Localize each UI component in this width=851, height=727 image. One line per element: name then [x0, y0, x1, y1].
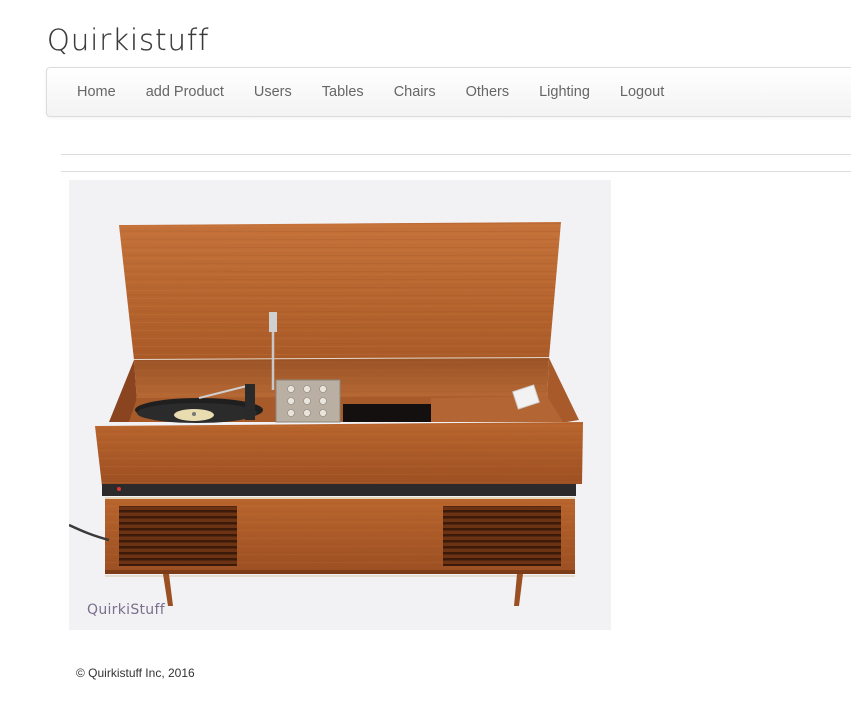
- footer-copyright: © Quirkistuff Inc, 2016: [76, 666, 195, 680]
- nav-item-tables[interactable]: Tables: [307, 68, 379, 116]
- nav-item-home[interactable]: Home: [62, 68, 131, 116]
- left-speaker-grille: [119, 506, 237, 566]
- page: Quirkistuff Home add Product Users Table…: [0, 0, 851, 727]
- right-speaker-grille: [443, 506, 561, 566]
- site-brand[interactable]: Quirkistuff: [47, 20, 209, 60]
- radiogram-illustration: [69, 222, 583, 606]
- main-navbar: Home add Product Users Tables Chairs Oth…: [46, 67, 851, 117]
- divider-top: [61, 154, 851, 155]
- nav-item-chairs[interactable]: Chairs: [379, 68, 451, 116]
- leg-right: [514, 574, 523, 606]
- product-image: QuirkiStuff: [69, 180, 611, 630]
- nav-list: Home add Product Users Tables Chairs Oth…: [47, 68, 851, 116]
- image-watermark: QuirkiStuff: [87, 602, 165, 618]
- nav-item-users[interactable]: Users: [239, 68, 307, 116]
- nav-item-logout[interactable]: Logout: [605, 68, 679, 116]
- divider-bottom: [61, 171, 851, 172]
- nav-item-add-product[interactable]: add Product: [131, 68, 239, 116]
- nav-item-lighting[interactable]: Lighting: [524, 68, 605, 116]
- dial-strip: [102, 484, 576, 496]
- nav-item-others[interactable]: Others: [451, 68, 525, 116]
